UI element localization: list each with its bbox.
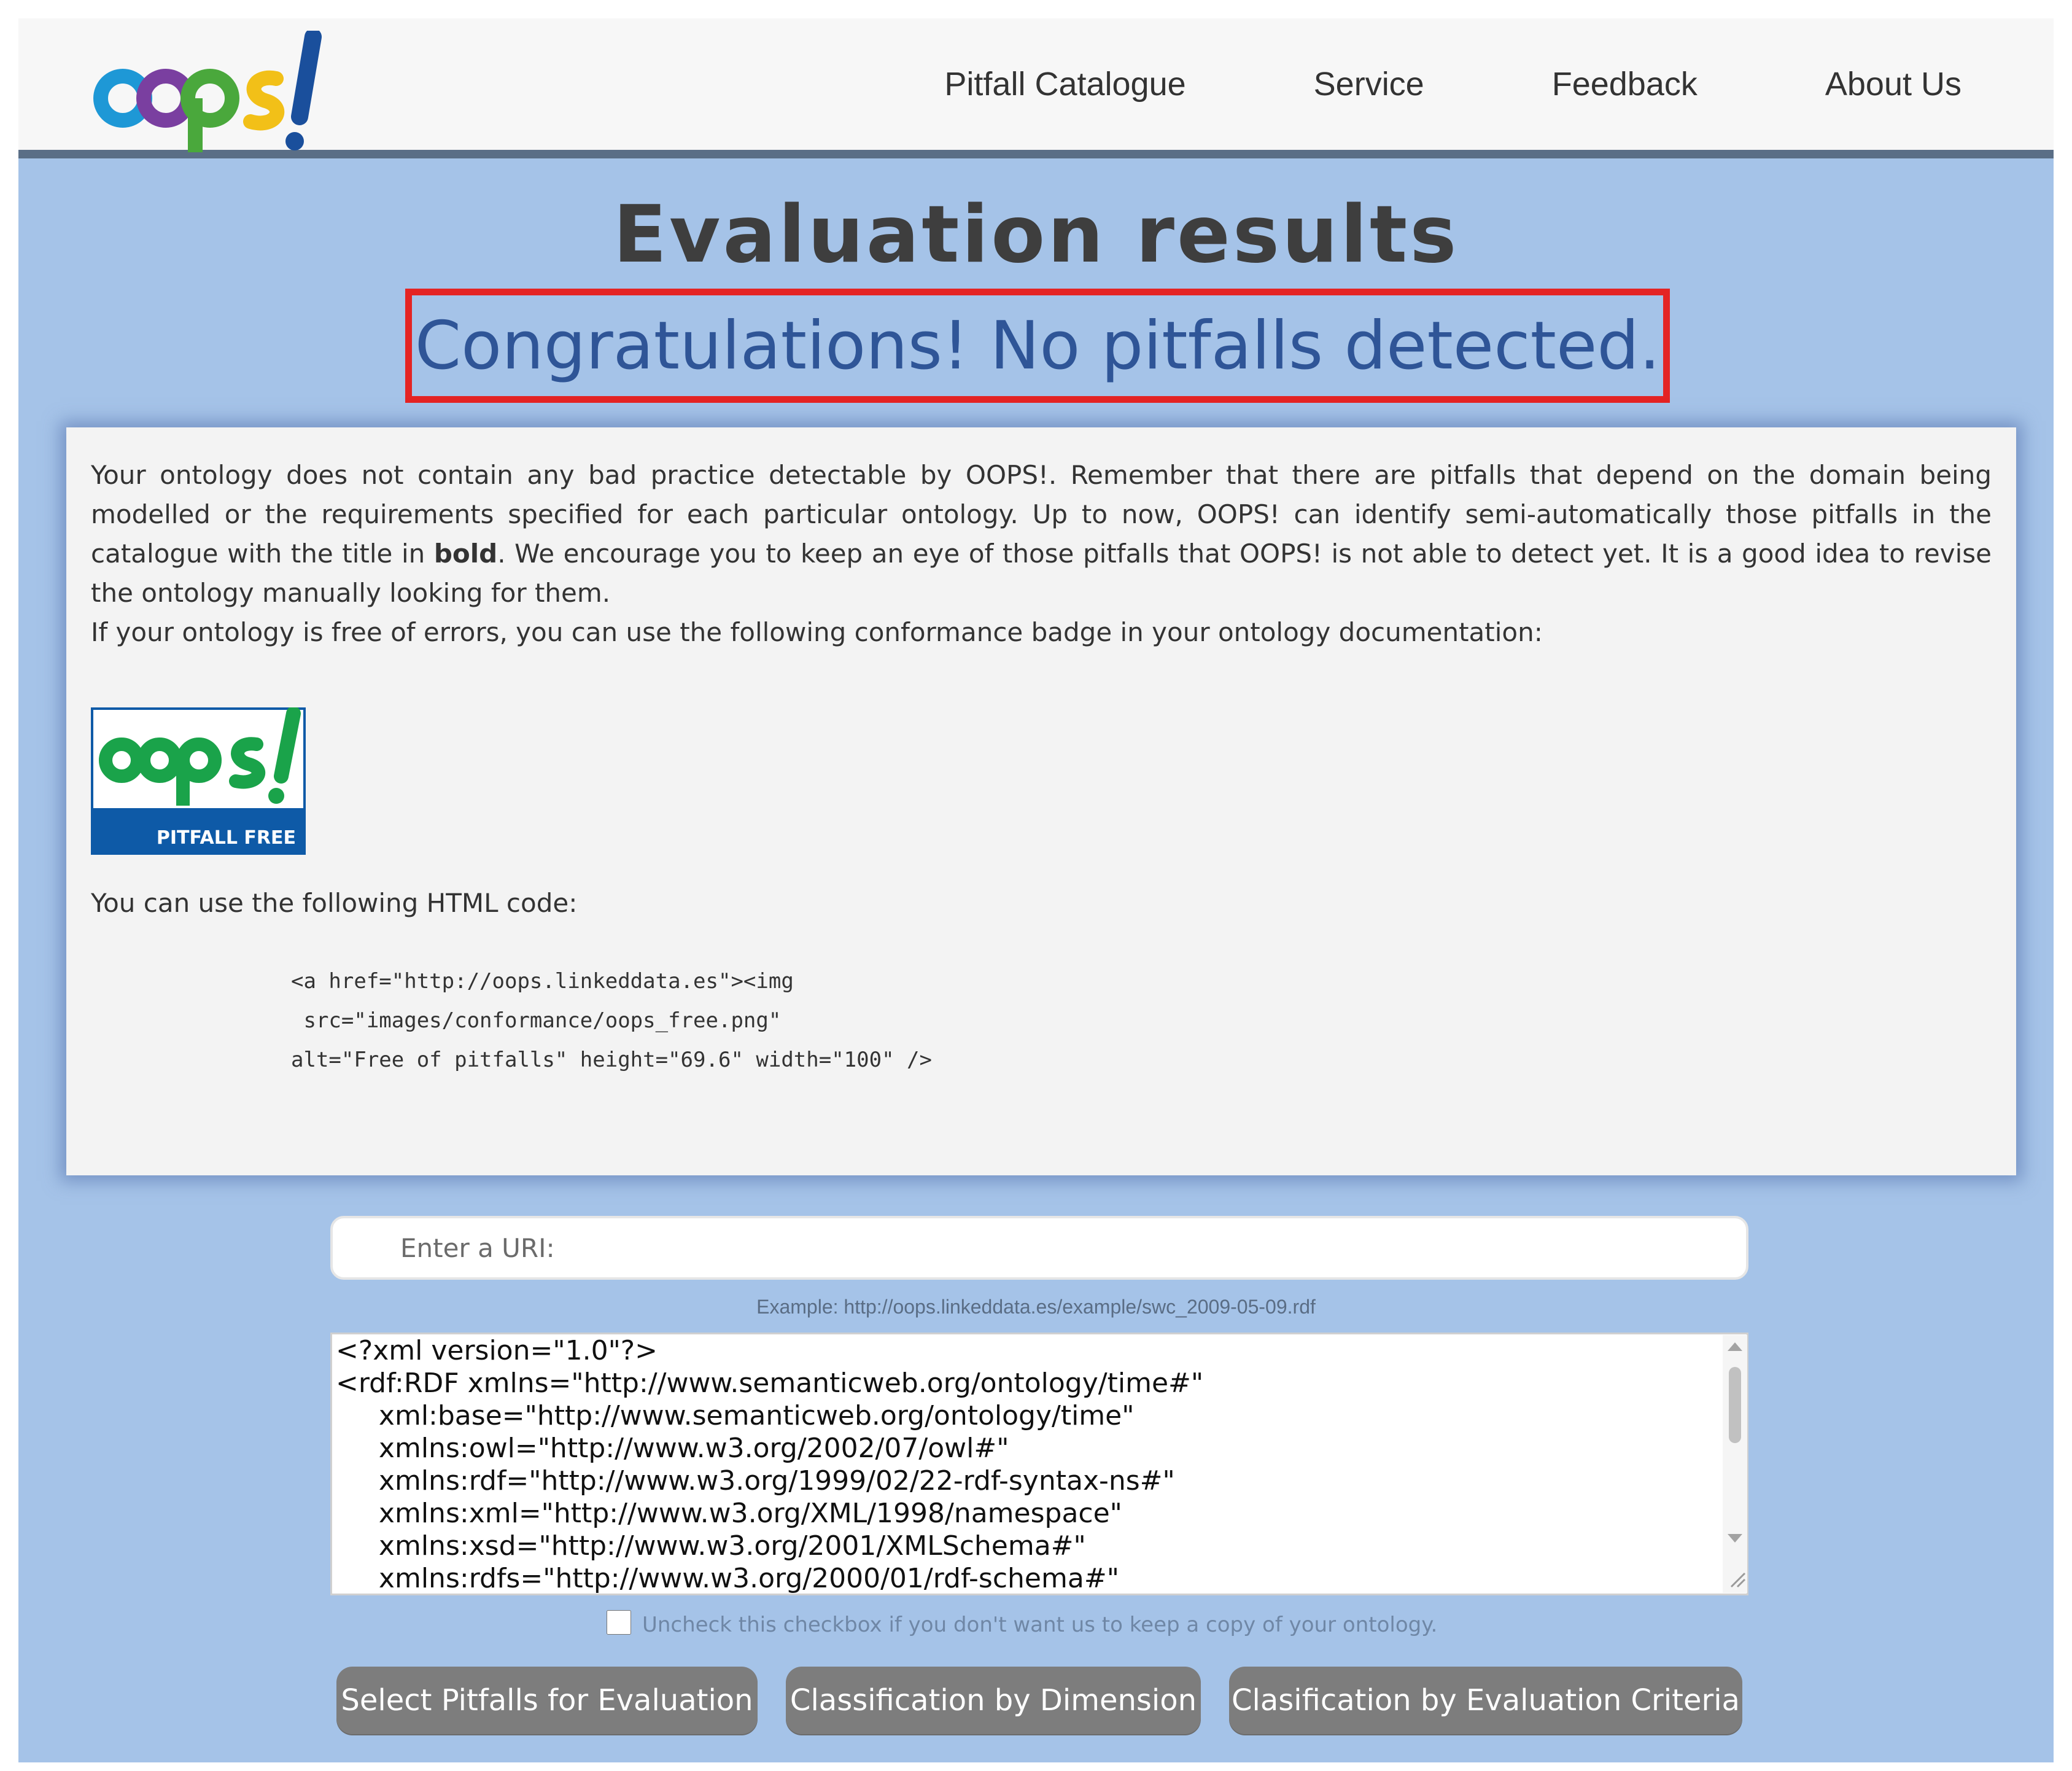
ontology-textarea[interactable]: <?xml version="1.0"?> <rdf:RDF xmlns="ht…: [330, 1333, 1748, 1595]
scroll-thumb: [1729, 1367, 1741, 1443]
page-title: Evaluation results: [613, 189, 1459, 281]
badge-instructions: If your ontology is free of errors, you …: [91, 617, 1543, 647]
nav-pitfall-catalogue[interactable]: Pitfall Catalogue: [944, 65, 1185, 103]
badge-caption: PITFALL FREE: [157, 827, 296, 849]
nav-about-us[interactable]: About Us: [1825, 65, 1961, 103]
navbar: Pitfall Catalogue Service Feedback About…: [18, 18, 2054, 158]
result-box: Congratulations! No pitfalls detected.: [405, 289, 1670, 403]
keep-copy-checkbox[interactable]: [607, 1610, 631, 1635]
result-message: Congratulations! No pitfalls detected.: [414, 307, 1661, 384]
uri-example: Example: http://oops.linkeddata.es/examp…: [756, 1296, 1316, 1318]
pitfall-free-badge: PITFALL FREE: [91, 707, 306, 855]
info-panel: Your ontology does not contain any bad p…: [66, 427, 2016, 1175]
html-code-label: You can use the following HTML code:: [91, 888, 578, 918]
nav-links: Pitfall Catalogue Service Feedback About…: [944, 18, 1961, 150]
info-bold-word: bold: [433, 539, 498, 569]
nav-service[interactable]: Service: [1314, 65, 1424, 103]
page: Pitfall Catalogue Service Feedback About…: [18, 18, 2054, 1762]
uri-input[interactable]: [330, 1216, 1748, 1280]
info-paragraph: Your ontology does not contain any bad p…: [91, 456, 1992, 613]
select-pitfalls-button[interactable]: Select Pitfalls for Evaluation: [336, 1667, 758, 1734]
keep-copy-label: Uncheck this checkbox if you don't want …: [642, 1613, 1438, 1637]
nav-feedback[interactable]: Feedback: [1552, 65, 1698, 103]
classification-criteria-button[interactable]: Clasification by Evaluation Criteria: [1229, 1667, 1742, 1734]
textarea-scrollbar[interactable]: [1723, 1335, 1747, 1593]
oops-logo[interactable]: [92, 31, 325, 154]
html-code-snippet: <a href="http://oops.linkeddata.es"><img…: [291, 969, 932, 1072]
classification-dimension-button[interactable]: Classification by Dimension: [786, 1667, 1201, 1734]
